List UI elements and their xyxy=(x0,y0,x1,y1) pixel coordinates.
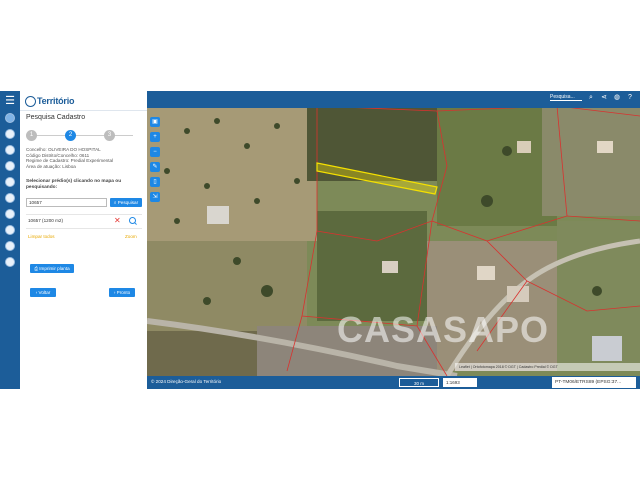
layers-icon[interactable] xyxy=(5,129,15,139)
logo-text: Território xyxy=(37,96,75,106)
share-icon[interactable]: ⋖ xyxy=(600,94,608,102)
settings-icon[interactable] xyxy=(5,209,15,219)
search-icon[interactable]: ⌕ xyxy=(587,94,595,102)
pin-icon[interactable] xyxy=(5,225,15,235)
clear-all-link[interactable]: Limpar todos xyxy=(28,234,55,239)
next-button[interactable]: › Pronto xyxy=(109,288,135,297)
info-icon[interactable] xyxy=(5,145,15,155)
copyright-text: © 2024 Direção-Geral do Território xyxy=(151,379,222,384)
refresh-icon[interactable] xyxy=(5,177,15,187)
help-icon[interactable]: ? xyxy=(626,94,634,102)
user-icon[interactable]: ◍ xyxy=(613,94,621,102)
mobile-icon[interactable]: ▯ xyxy=(150,177,160,187)
measure-icon[interactable] xyxy=(5,161,15,171)
result-row[interactable]: 10657 (1200 m2) ✕ xyxy=(26,214,142,229)
crs-select[interactable]: PT-TM06/ETRS89 (EPSG:37... xyxy=(552,377,636,388)
step-3: 3 xyxy=(104,130,115,141)
next-button-label: Pronto xyxy=(116,290,131,295)
map-tools: ▣ + − ✎ ▯ ⇲ xyxy=(150,117,160,207)
map-view[interactable]: CASASAPO Pesquisa... ⌕ ⋖ ◍ ? ▣ + − ✎ ▯ ⇲… xyxy=(147,91,640,389)
search-input[interactable]: 10657 xyxy=(26,198,107,207)
print-plan-button[interactable]: ⎙ Imprimir planta xyxy=(30,264,74,273)
step-2: 2 xyxy=(65,130,76,141)
zoom-in-icon[interactable]: + xyxy=(150,132,160,142)
panel-title: Pesquisa Cadastro xyxy=(26,114,86,121)
back-button-label: Voltar xyxy=(38,290,51,295)
map-search-input[interactable]: Pesquisa... xyxy=(550,94,582,101)
map-top-bar: Pesquisa... ⌕ ⋖ ◍ ? xyxy=(147,91,640,108)
step-line xyxy=(34,135,133,136)
ruler-icon[interactable]: ✎ xyxy=(150,162,160,172)
side-panel: Território Pesquisa Cadastro 1 2 3 Conce… xyxy=(20,91,148,389)
parcel-info: Concelho: OLIVEIRA DO HOSPITAL Código Di… xyxy=(26,147,144,169)
hamburger-menu-icon[interactable]: ☰ xyxy=(3,94,17,108)
close-icon[interactable]: ✕ xyxy=(114,216,121,226)
home-icon[interactable] xyxy=(5,113,15,123)
info-area: Área de atuação: Lisboa xyxy=(26,163,76,169)
logo-mark-icon xyxy=(25,95,36,107)
location-icon[interactable] xyxy=(5,257,15,267)
result-label: 10657 (1200 m2) xyxy=(28,218,63,223)
export-icon[interactable]: ⇲ xyxy=(150,192,160,202)
print-icon[interactable] xyxy=(5,193,15,203)
print-button-label: Imprimir planta xyxy=(39,266,70,271)
back-button[interactable]: ‹ Voltar xyxy=(30,288,56,297)
app-window: ☰ Território Pesquisa Cadastro 1 2 3 Con… xyxy=(0,91,640,389)
map-bottom-bar: © 2024 Direção-Geral do Território 30 m … xyxy=(147,376,640,389)
select-prompt: Selecionar prédio(s) clicando no mapa ou… xyxy=(26,179,122,190)
scale-bar: 30 m xyxy=(399,378,439,387)
search-button-label: Pesquisar xyxy=(117,200,139,205)
watermark: CASASAPO xyxy=(337,309,550,350)
zoom-to-icon[interactable] xyxy=(129,217,136,224)
divider xyxy=(20,110,147,111)
step-indicator: 1 2 3 xyxy=(26,130,141,142)
zoom-link[interactable]: Zoom xyxy=(125,234,137,239)
basemap-icon[interactable]: ▣ xyxy=(150,117,160,127)
globe-icon[interactable] xyxy=(5,241,15,251)
scale-ratio: 1:1693 xyxy=(443,378,477,387)
search-button[interactable]: ⌕ Pesquisar xyxy=(110,198,142,207)
left-rail: ☰ xyxy=(0,91,20,389)
zoom-out-icon[interactable]: − xyxy=(150,147,160,157)
step-1: 1 xyxy=(26,130,37,141)
map-attribution: Leaflet | Ortofotomapa 2018 © DGT | Cada… xyxy=(455,363,640,371)
logo: Território xyxy=(25,93,75,109)
